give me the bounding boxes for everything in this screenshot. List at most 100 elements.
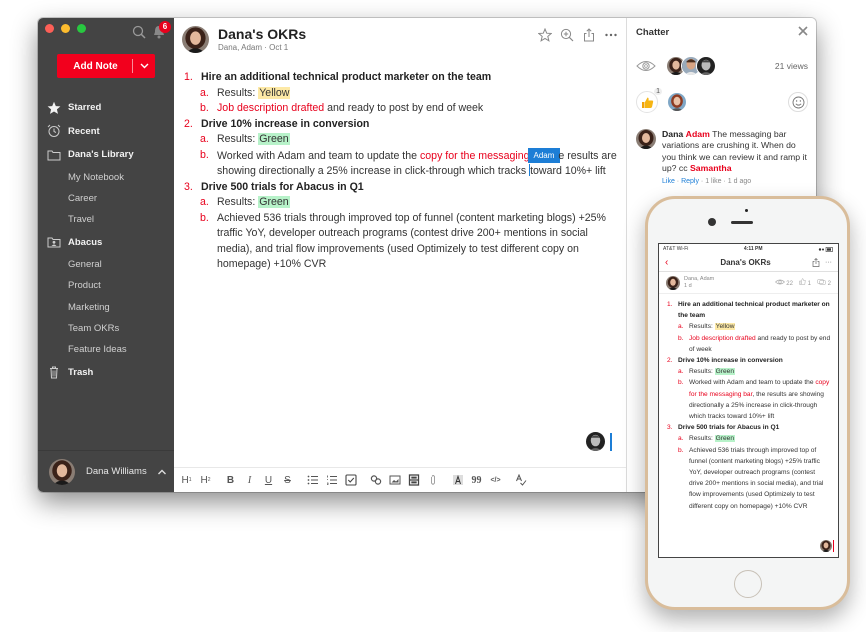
status-highlight-green: Green (258, 196, 290, 208)
sidebar-item-label: Team OKRs (68, 322, 120, 334)
okr-detail: b. Achieved 536 trials through improved … (184, 211, 620, 273)
heading1-button[interactable]: H1 (180, 471, 193, 489)
checklist-button[interactable] (344, 471, 357, 489)
image-button[interactable] (388, 471, 401, 489)
detail-text: toward 10%+ lift (530, 165, 606, 177)
detail-text: Worked with Adam and team to update the (217, 149, 420, 162)
home-button[interactable] (734, 570, 762, 598)
reply-link[interactable]: Reply (681, 178, 699, 185)
formatting-toolbar: H1 H2 B I U S 99 </> (174, 467, 626, 492)
sidebar-item-label: Dana's Library (68, 149, 134, 161)
chevron-up-icon[interactable] (157, 468, 167, 476)
quote-button[interactable]: 99 (470, 471, 483, 489)
close-icon[interactable] (798, 26, 808, 36)
add-note-button[interactable]: Add Note (57, 54, 155, 78)
table-icon (408, 474, 419, 486)
link-button[interactable] (369, 471, 382, 489)
like-link[interactable]: Like (662, 178, 675, 185)
sidebar-item-marketing[interactable]: Marketing (38, 296, 174, 317)
bulleted-list-button[interactable] (306, 471, 319, 489)
mention[interactable]: Adam (686, 129, 710, 139)
note-age: 1 d (684, 282, 692, 289)
viewer-avatar[interactable] (696, 56, 716, 76)
phone-sensor (745, 209, 748, 212)
list-number: 2. (667, 357, 673, 365)
note-content[interactable]: 1. Hire an additional technical product … (184, 70, 620, 273)
sidebar-item-travel[interactable]: Travel (38, 209, 174, 230)
reactions-row: 1 (636, 88, 808, 114)
sidebar-item-feature-ideas[interactable]: Feature Ideas (38, 339, 174, 360)
okr-detail: b. Worked with Adam and team to update th… (667, 377, 831, 422)
sidebar-item-trash[interactable]: Trash (38, 360, 174, 384)
sidebar-item-label: Product (68, 280, 101, 292)
collaborator-avatar (820, 540, 832, 552)
sidebar-item-starred[interactable]: Starred (38, 96, 174, 120)
star-icon[interactable] (538, 28, 552, 42)
heading2-button[interactable]: H2 (199, 471, 212, 489)
sidebar-item-label: Trash (68, 366, 94, 378)
list-number: 1. (184, 71, 193, 83)
list-letter: a. (200, 196, 209, 208)
smiley-icon (792, 96, 804, 108)
strikethrough-button[interactable]: S (281, 471, 294, 489)
table-button[interactable] (407, 471, 420, 489)
close-window-button[interactable] (45, 24, 54, 33)
list-letter: b. (678, 334, 684, 342)
share-icon[interactable] (812, 258, 820, 267)
chevron-down-icon (140, 63, 148, 69)
sidebar-item-my-notebook[interactable]: My Notebook (38, 167, 174, 188)
window-controls (45, 24, 86, 33)
share-icon[interactable] (582, 28, 596, 42)
add-note-dropdown[interactable] (133, 63, 155, 69)
underline-button[interactable]: U (262, 471, 275, 489)
highlight-button[interactable] (451, 471, 464, 489)
note-editor: Dana's OKRs Dana, Adam · Oct 1 1. Hire a… (174, 18, 626, 492)
note-title[interactable]: Dana's OKRs (218, 26, 306, 42)
result-prefix: Results: (689, 368, 715, 376)
sidebar-item-general[interactable]: General (38, 254, 174, 275)
authors-text: Dana, Adam (684, 276, 715, 282)
attachment-button[interactable] (426, 471, 439, 489)
alarm-clock-icon (47, 124, 61, 138)
phone-authors: Dana, Adam 1 d (684, 276, 714, 289)
sidebar-item-danas-library[interactable]: Dana's Library (38, 143, 174, 167)
trash-icon (50, 366, 58, 379)
phone-note-content[interactable]: 1. Hire an additional technical product m… (659, 294, 838, 512)
back-icon[interactable]: ‹ (665, 257, 679, 268)
search-icon[interactable] (132, 25, 146, 39)
sidebar-item-label: General (68, 259, 102, 271)
add-reaction-button[interactable] (788, 92, 808, 112)
paperclip-icon (430, 475, 435, 485)
account-menu[interactable]: Dana Williams (38, 450, 174, 492)
more-icon[interactable]: ··· (825, 259, 832, 266)
sidebar-item-product[interactable]: Product (38, 275, 174, 296)
italic-button[interactable]: I (243, 471, 256, 489)
more-icon[interactable] (604, 28, 618, 42)
sidebar-item-abacus[interactable]: Abacus (38, 230, 174, 254)
code-button[interactable]: </> (489, 471, 502, 489)
okr-item: 3. Drive 500 trials for Abacus in Q1 (184, 180, 620, 196)
status-highlight-yellow: Yellow (714, 323, 736, 331)
list-letter: b. (678, 379, 684, 387)
folder-icon (47, 150, 61, 161)
reactor-avatar[interactable] (668, 93, 686, 111)
sidebar: 6 Add Note Starred Recent Dana's Library… (38, 18, 174, 492)
zoom-window-button[interactable] (77, 24, 86, 33)
sidebar-nav: Starred Recent Dana's Library My Noteboo… (38, 96, 174, 384)
sidebar-item-career[interactable]: Career (38, 188, 174, 209)
okr-title: Hire an additional technical product mar… (678, 301, 830, 320)
list-letter: b. (200, 148, 209, 161)
commenter-avatar (636, 129, 656, 149)
sidebar-item-team-okrs[interactable]: Team OKRs (38, 318, 174, 339)
detail-text: Achieved 536 trials through improved top… (689, 446, 824, 510)
numbered-list-button[interactable] (325, 471, 338, 489)
sidebar-item-recent[interactable]: Recent (38, 120, 174, 144)
spellcheck-button[interactable] (514, 471, 527, 489)
like-button[interactable]: 1 (636, 88, 662, 113)
phone-nav-bar: ‹ Dana's OKRs ··· (659, 254, 838, 272)
zoom-in-icon[interactable] (560, 28, 574, 42)
result-prefix: Results: (217, 133, 259, 145)
bold-button[interactable]: B (224, 471, 237, 489)
minimize-window-button[interactable] (61, 24, 70, 33)
mention[interactable]: Samantha (690, 163, 732, 173)
